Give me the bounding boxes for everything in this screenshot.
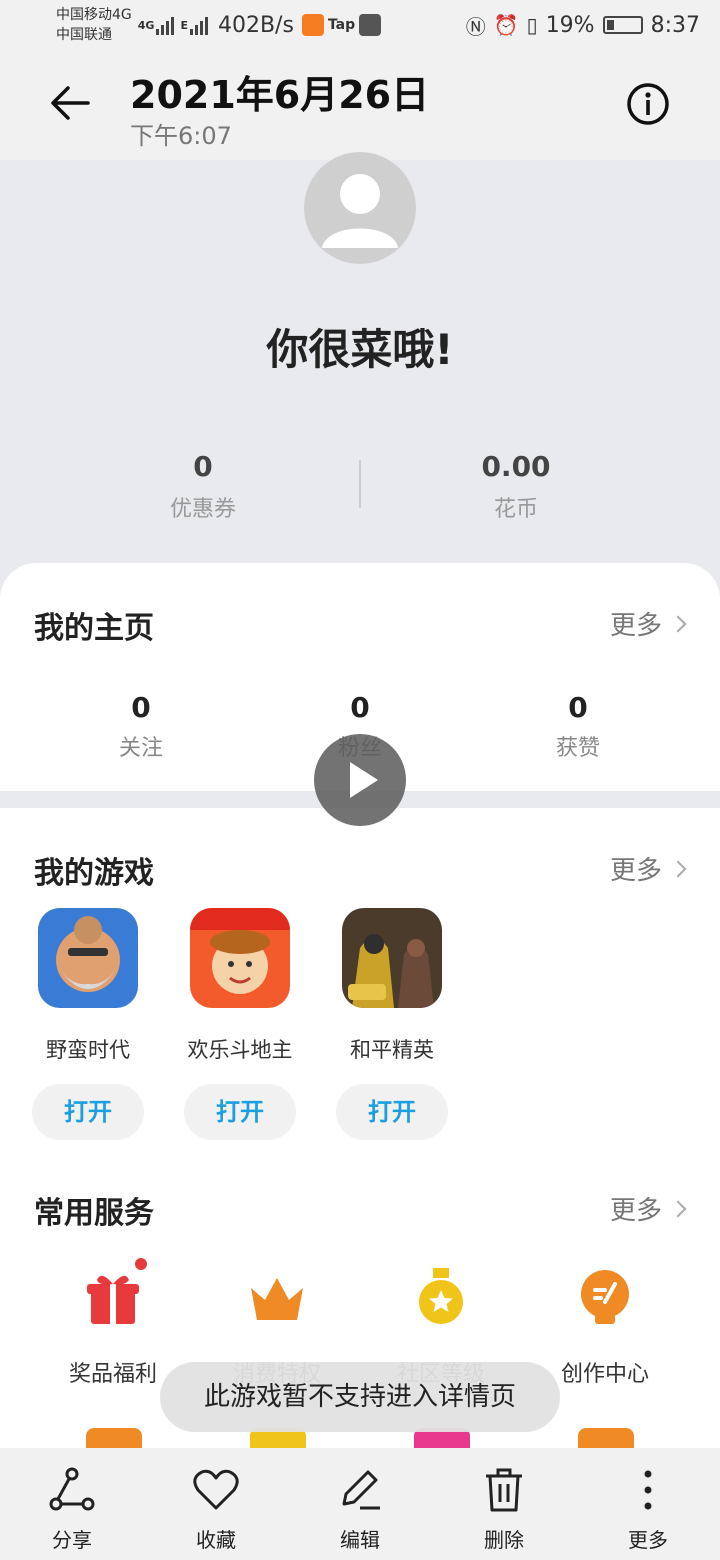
service-icon-partial <box>578 1428 634 1450</box>
profile-header: 你很菜哦! 0 优惠券 0.00 花币 <box>0 152 720 570</box>
back-arrow-icon <box>51 86 90 120</box>
share-icon <box>49 1467 95 1511</box>
battery-icon <box>602 16 643 34</box>
likes-label: 获赞 <box>555 736 600 761</box>
share-label: 分享 <box>52 1528 92 1552</box>
clock: 8:37 <box>650 12 700 38</box>
edit-button[interactable]: 编辑 <box>288 1448 432 1560</box>
info-app-icon <box>359 14 382 36</box>
likes-value: 0 <box>568 691 588 724</box>
open-game-button[interactable]: 打开 <box>336 1084 448 1140</box>
more-button[interactable]: 更多 <box>576 1448 720 1560</box>
play-button[interactable] <box>314 734 406 826</box>
coupons-value: 0 <box>193 450 213 483</box>
game-name: 欢乐斗地主 <box>187 1038 293 1062</box>
more-label: 更多 <box>609 1196 662 1226</box>
service-creator-center[interactable]: 创作中心 <box>525 1268 685 1388</box>
game-item[interactable]: 和平精英 打开 <box>317 908 467 1140</box>
delete-button[interactable]: 删除 <box>432 1448 576 1560</box>
more-label: 更多 <box>609 611 662 641</box>
page-subtitle: 下午6:07 <box>130 122 232 150</box>
favorite-button[interactable]: 收藏 <box>144 1448 288 1560</box>
games-title: 我的游戏 <box>34 856 154 891</box>
medal-icon <box>411 1268 471 1328</box>
coins-stat[interactable]: 0.00 花币 <box>396 450 636 523</box>
back-button[interactable] <box>48 80 94 126</box>
status-bar: 中国移动4G 中国联通 4G E 402B/s Tap Ⓝ ⏰ ▯ 19% 8:… <box>0 0 720 50</box>
chevron-right-icon <box>669 1200 687 1217</box>
homepage-title: 我的主页 <box>34 611 154 646</box>
share-button[interactable]: 分享 <box>0 1448 144 1560</box>
title-bar: 2021年6月26日 下午6:07 <box>0 50 720 160</box>
notification-dot <box>135 1258 147 1270</box>
following-label: 关注 <box>118 736 163 761</box>
trash-icon <box>486 1468 522 1512</box>
avatar[interactable] <box>304 152 416 264</box>
info-button[interactable] <box>626 82 670 126</box>
stat-divider <box>359 460 361 508</box>
battery-percent: 19% <box>545 12 595 38</box>
game-name: 野蛮时代 <box>46 1038 130 1062</box>
signal-icon-2 <box>189 15 208 35</box>
signal-icon-1 <box>156 15 175 35</box>
coupons-stat[interactable]: 0 优惠券 <box>83 450 323 523</box>
bulb-icon <box>575 1268 635 1328</box>
open-game-button[interactable]: 打开 <box>184 1084 296 1140</box>
game-name: 和平精英 <box>350 1038 434 1062</box>
following-value: 0 <box>131 691 151 724</box>
coins-value: 0.00 <box>481 450 551 483</box>
game-icon-peace-elite[interactable] <box>342 908 442 1008</box>
services-title: 常用服务 <box>34 1196 154 1231</box>
service-icon-partial <box>86 1428 142 1450</box>
page-title: 2021年6月26日 <box>130 73 430 117</box>
more-label: 更多 <box>628 1528 668 1552</box>
network-speed: 402B/s <box>217 12 294 38</box>
tap-app-icon: Tap <box>327 17 356 33</box>
coins-label: 花币 <box>493 497 538 522</box>
following-stat[interactable]: 0 关注 <box>41 691 241 762</box>
carrier-1: 中国移动4G <box>56 7 132 23</box>
video-app-icon <box>301 14 324 36</box>
more-label: 更多 <box>609 856 662 886</box>
service-rewards[interactable]: 奖品福利 <box>33 1258 193 1388</box>
bottom-action-bar: 分享 收藏 编辑 删除 更多 <box>0 1448 720 1560</box>
info-icon <box>627 83 669 125</box>
edit-icon <box>342 1470 380 1510</box>
fans-value: 0 <box>350 691 370 724</box>
network-type-1: 4G <box>137 18 155 32</box>
game-item[interactable]: 欢乐斗地主 打开 <box>165 908 315 1140</box>
heart-icon <box>193 1469 239 1510</box>
game-item[interactable]: 野蛮时代 打开 <box>13 908 163 1140</box>
crown-icon <box>247 1268 307 1328</box>
toast-message: 此游戏暂不支持进入详情页 <box>160 1362 560 1432</box>
games-more-link[interactable]: 更多 <box>609 850 687 887</box>
gift-icon <box>83 1258 147 1328</box>
favorite-label: 收藏 <box>196 1528 236 1552</box>
nfc-icon: Ⓝ <box>465 14 486 39</box>
user-silhouette-icon <box>322 174 398 248</box>
nickname: 你很菜哦! <box>266 325 454 374</box>
likes-stat[interactable]: 0 获赞 <box>478 691 678 762</box>
coupons-label: 优惠券 <box>169 497 236 522</box>
chevron-right-icon <box>669 615 687 632</box>
services-more-link[interactable]: 更多 <box>609 1190 687 1227</box>
alarm-icon: ⏰ <box>493 13 519 37</box>
more-vertical-icon <box>644 1470 652 1510</box>
carrier-info: 中国移动4G 中国联通 <box>56 5 132 45</box>
carrier-2: 中国联通 <box>56 27 112 43</box>
open-game-button[interactable]: 打开 <box>32 1084 144 1140</box>
chevron-right-icon <box>669 860 687 877</box>
games-card: 我的游戏 更多 野蛮时代 打开 欢乐斗地主 打开 和平精英 打开 常用服务 更多… <box>0 808 720 1448</box>
network-type-2: E <box>180 18 188 32</box>
homepage-more-link[interactable]: 更多 <box>609 605 687 642</box>
vibrate-icon: ▯ <box>526 13 538 37</box>
edit-label: 编辑 <box>340 1528 380 1552</box>
game-icon-doudizhu[interactable] <box>190 908 290 1008</box>
delete-label: 删除 <box>484 1528 524 1552</box>
game-icon-barbarian[interactable] <box>38 908 138 1008</box>
